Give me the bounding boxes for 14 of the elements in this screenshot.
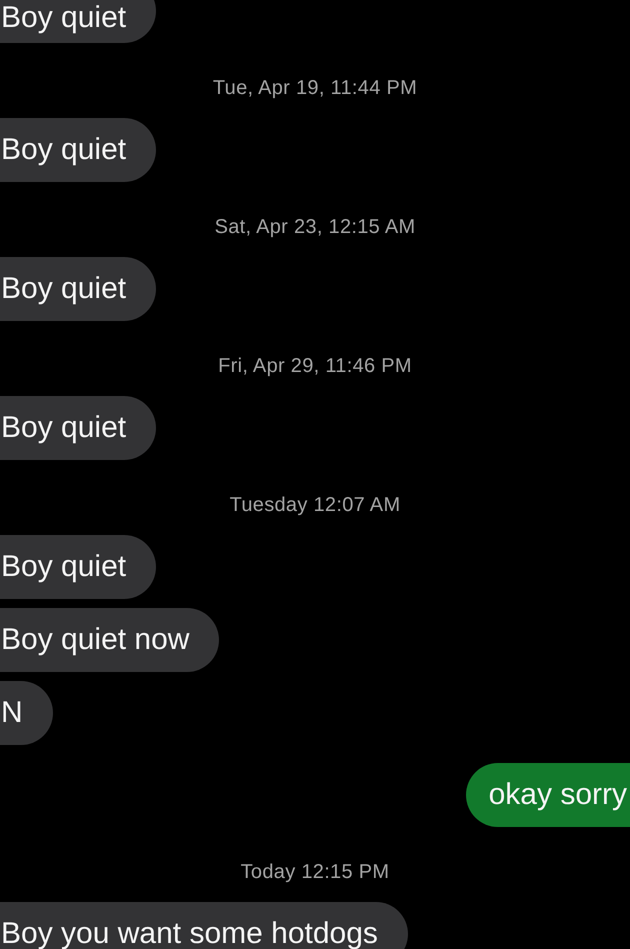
- incoming-message-bubble: Boy quiet now: [0, 608, 220, 672]
- incoming-message-bubble: Boy quiet: [0, 0, 156, 43]
- timestamp: Tue, Apr 19, 11:44 PM: [212, 78, 418, 98]
- timestamp: Fri, Apr 29, 11:46 PM: [218, 356, 412, 376]
- incoming-message-bubble: Boy quiet: [0, 535, 156, 599]
- incoming-message-bubble: Boy quiet: [0, 396, 156, 460]
- timestamp: Tuesday 12:07 AM: [230, 495, 400, 515]
- incoming-message-bubble: Boy quiet: [0, 118, 156, 182]
- outgoing-message-bubble: okay sorry: [466, 763, 630, 827]
- incoming-message-bubble: N: [0, 681, 53, 745]
- timestamp: Today 12:15 PM: [240, 862, 390, 882]
- incoming-message-bubble: Boy you want some hotdogs: [0, 902, 408, 949]
- incoming-message-bubble: Boy quiet: [0, 257, 156, 321]
- timestamp: Sat, Apr 23, 12:15 AM: [214, 217, 416, 237]
